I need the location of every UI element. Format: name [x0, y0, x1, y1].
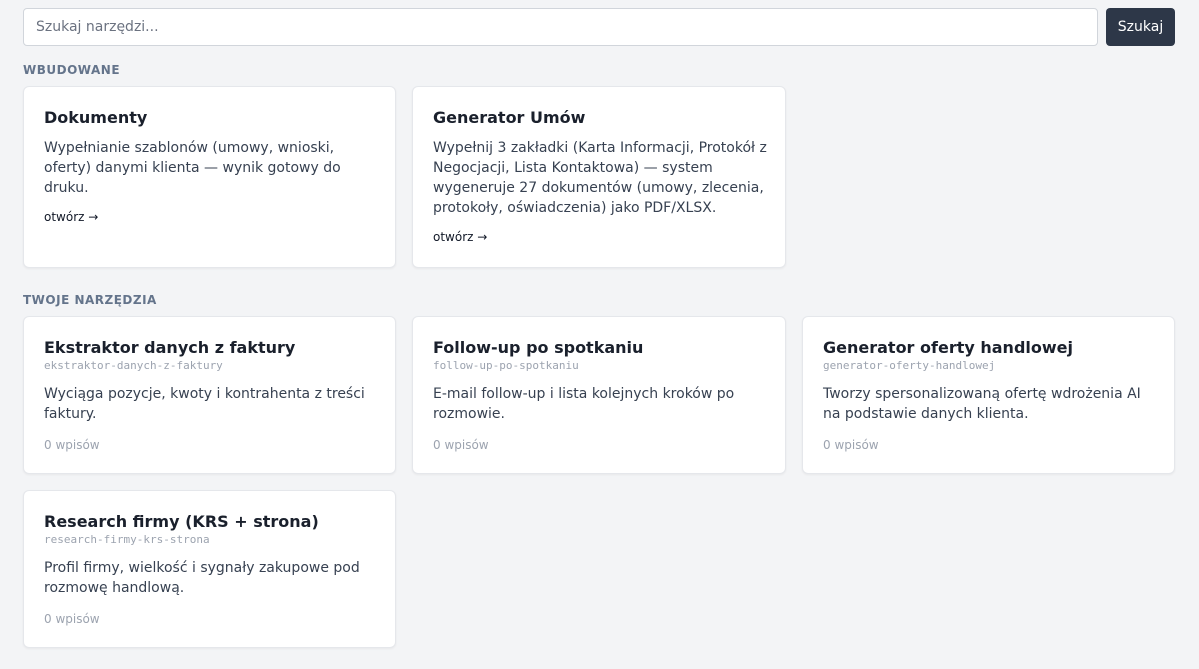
tool-card-meeting-follow-up[interactable]: Follow-up po spotkaniu follow-up-po-spot… [412, 316, 786, 474]
entry-count: 0 wpisów [44, 438, 100, 452]
open-link[interactable]: otwórz → [433, 230, 487, 244]
card-title: Ekstraktor danych z faktury [44, 338, 296, 357]
builtin-section-heading: WBUDOWANE [23, 63, 121, 77]
card-title: Generator oferty handlowej [823, 338, 1073, 357]
tool-card-sales-offer-generator[interactable]: Generator oferty handlowej generator-ofe… [802, 316, 1175, 474]
tool-card-company-research[interactable]: Research firmy (KRS + strona) research-f… [23, 490, 396, 648]
card-description: E-mail follow-up i lista kolejnych krokó… [433, 386, 735, 422]
builtin-card-contract-generator[interactable]: Generator Umów Wypełnij 3 zakładki (Kart… [412, 86, 786, 268]
card-slug: ekstraktor-danych-z-faktury [44, 359, 223, 372]
tools-page: Szukaj WBUDOWANE Dokumenty Wypełnianie s… [0, 0, 1199, 669]
entry-count: 0 wpisów [433, 438, 489, 452]
card-title: Research firmy (KRS + strona) [44, 512, 319, 531]
search-bar: Szukaj [23, 8, 1175, 46]
card-slug: generator-oferty-handlowej [823, 359, 996, 372]
card-description: Tworzy spersonalizowaną ofertę wdrożenia… [823, 386, 1141, 422]
entry-count: 0 wpisów [823, 438, 879, 452]
card-slug: research-firmy-krs-strona [44, 533, 210, 546]
builtin-card-documents[interactable]: Dokumenty Wypełnianie szablonów (umowy, … [23, 86, 396, 268]
card-description: Profil firmy, wielkość i sygnały zakupow… [44, 560, 360, 596]
card-description: Wyciąga pozycje, kwoty i kontrahenta z t… [44, 386, 365, 422]
open-link[interactable]: otwórz → [44, 210, 98, 224]
card-description: Wypełnij 3 zakładki (Karta Informacji, P… [433, 140, 767, 216]
entry-count: 0 wpisów [44, 612, 100, 626]
card-title: Follow-up po spotkaniu [433, 338, 644, 357]
search-button[interactable]: Szukaj [1106, 8, 1175, 46]
card-title: Generator Umów [433, 108, 586, 127]
card-description: Wypełnianie szablonów (umowy, wnioski, o… [44, 140, 341, 196]
tools-section-heading: TWOJE NARZĘDZIA [23, 293, 157, 307]
tool-card-invoice-extractor[interactable]: Ekstraktor danych z faktury ekstraktor-d… [23, 316, 396, 474]
search-input[interactable] [23, 8, 1098, 46]
card-title: Dokumenty [44, 108, 148, 127]
card-slug: follow-up-po-spotkaniu [433, 359, 579, 372]
